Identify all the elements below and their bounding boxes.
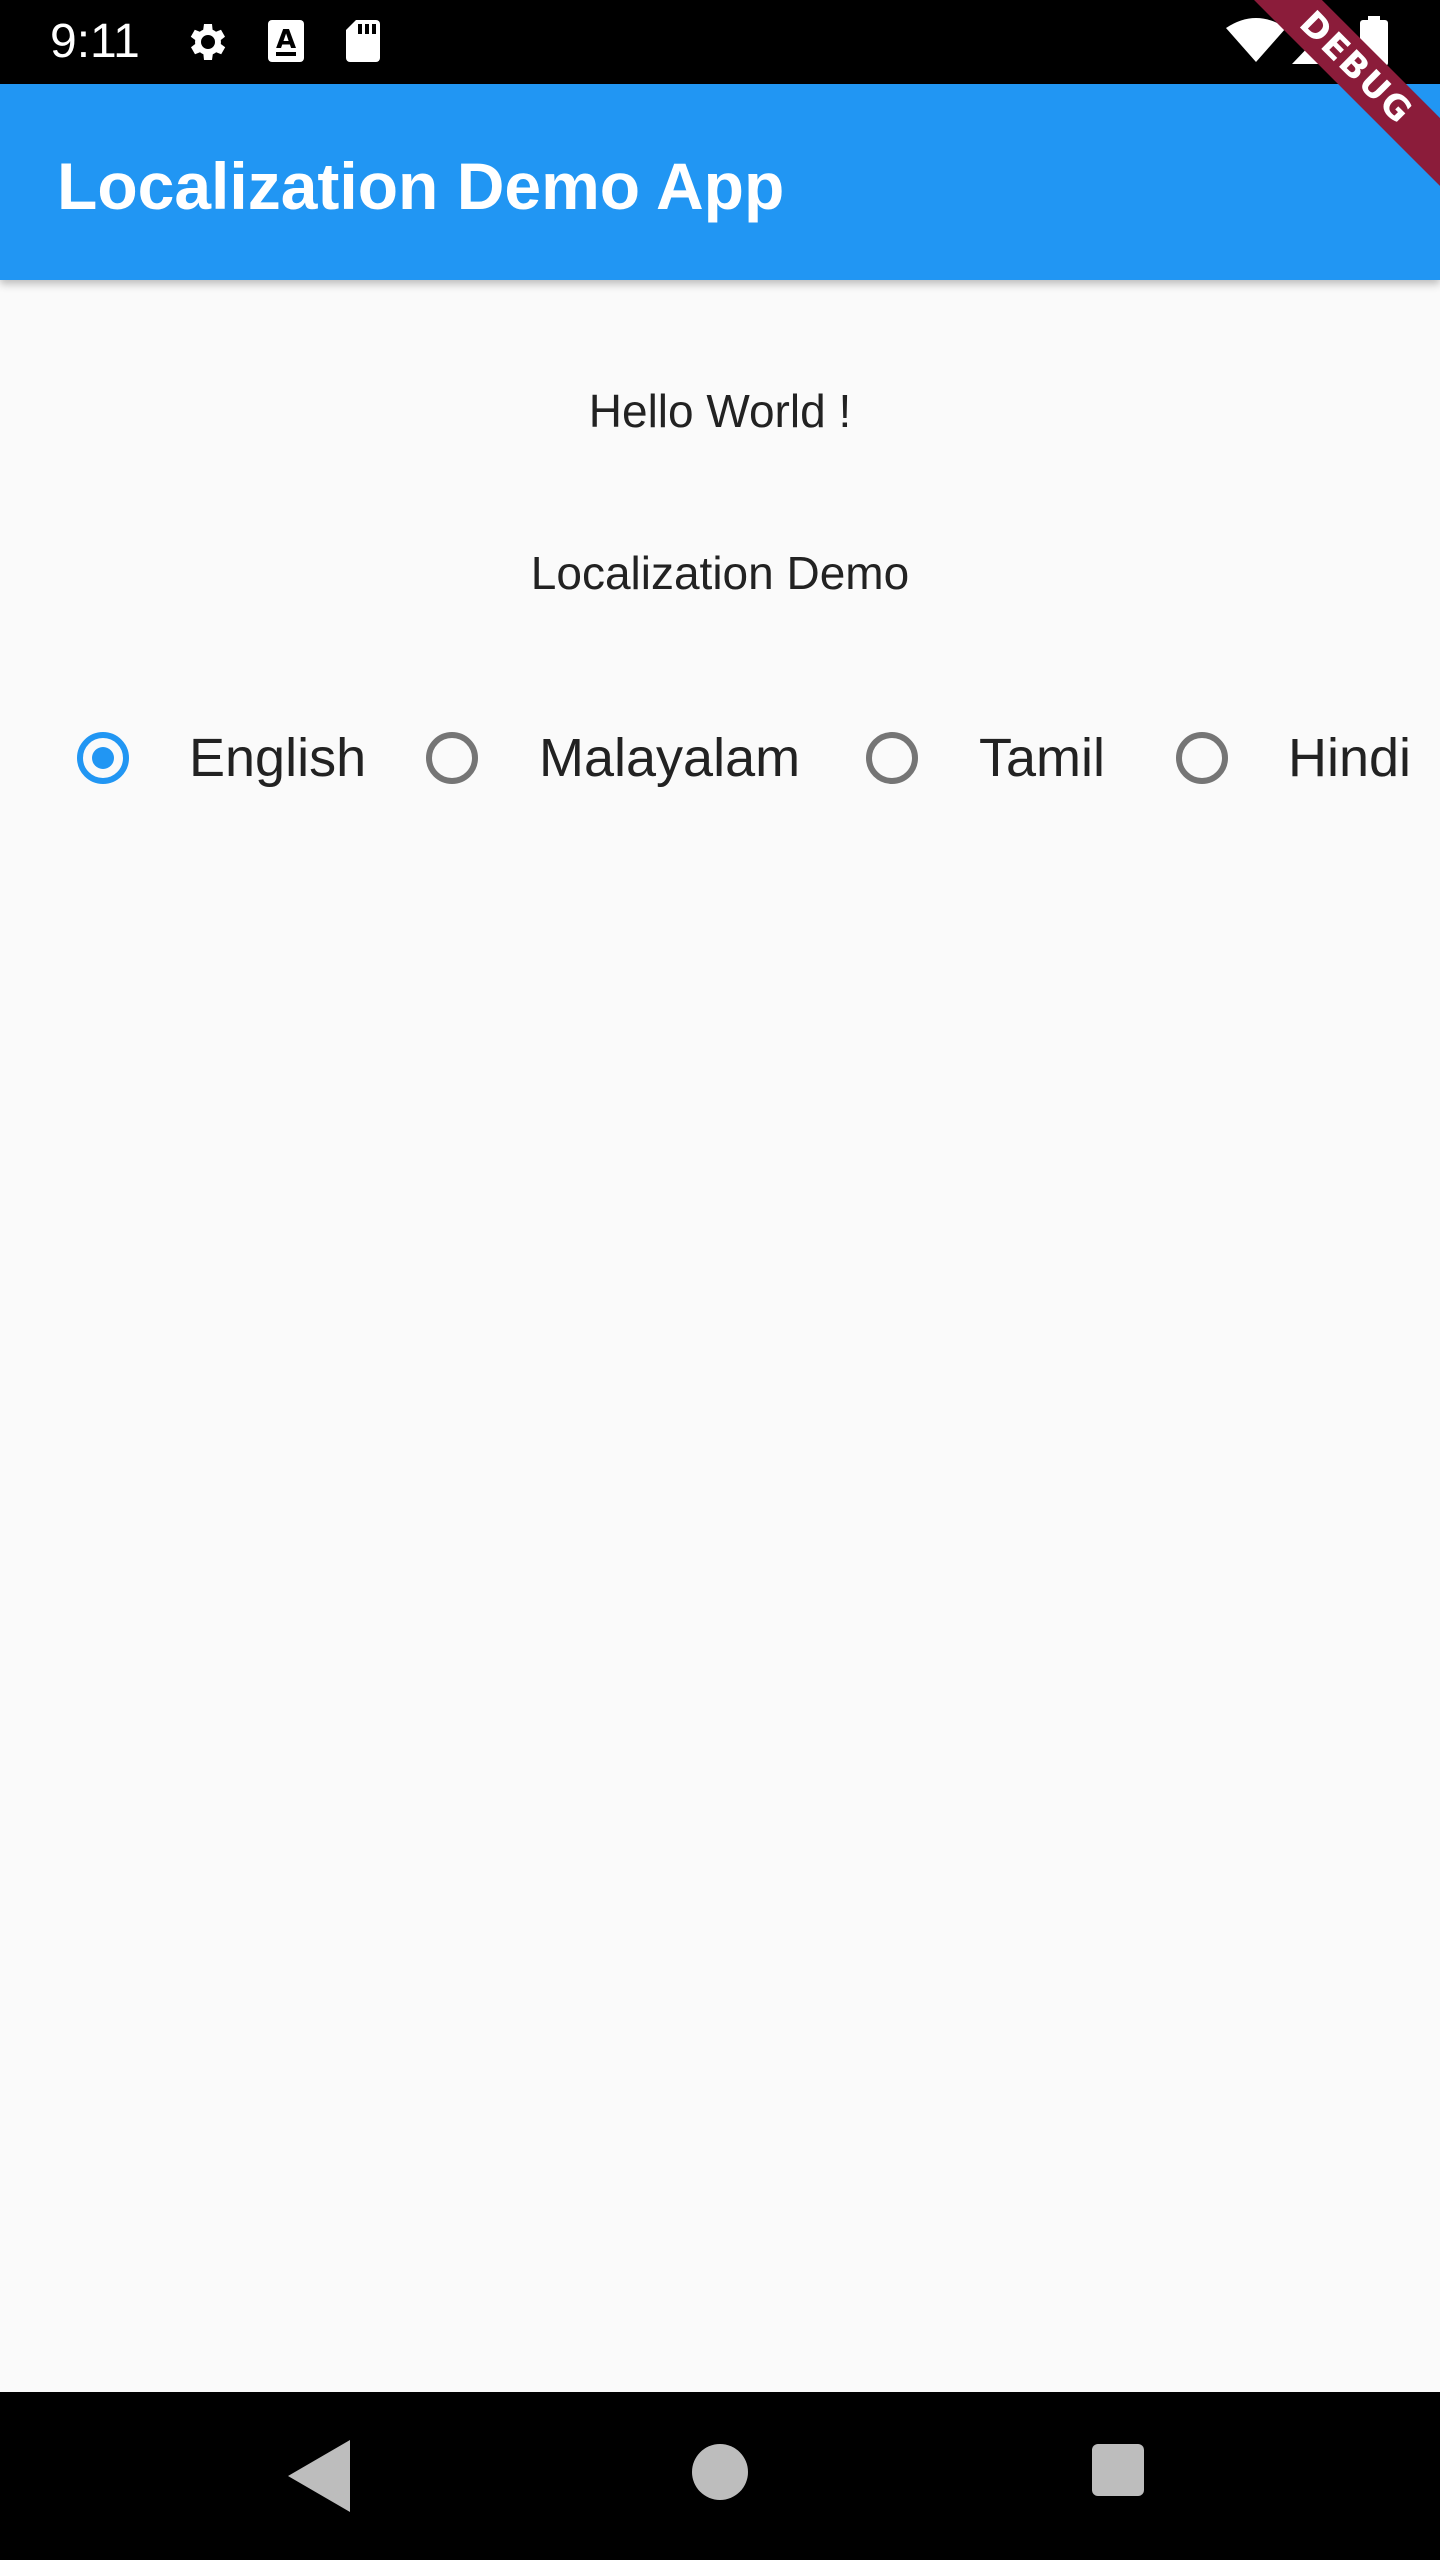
radio-button-english[interactable] xyxy=(77,732,129,784)
text-a-icon: A xyxy=(266,18,306,69)
radio-label-tamil[interactable]: Tamil xyxy=(979,726,1105,790)
status-time: 9:11 xyxy=(50,15,140,68)
main-content: Hello World ! Localization Demo English … xyxy=(0,280,1440,2392)
app-title: Localization Demo App xyxy=(57,149,785,223)
radio-button-tamil[interactable] xyxy=(866,732,918,784)
status-bar: 9:11 A xyxy=(0,0,1440,84)
language-radio-group: English Malayalam Tamil Hindi xyxy=(0,708,1440,808)
settings-icon xyxy=(184,18,232,71)
app-bar: Localization Demo App xyxy=(0,84,1440,280)
radio-button-hindi[interactable] xyxy=(1176,732,1228,784)
wifi-icon xyxy=(1226,18,1286,69)
back-icon[interactable] xyxy=(284,2436,354,2521)
greeting-text: Hello World ! xyxy=(588,385,852,437)
radio-label-hindi[interactable]: Hindi xyxy=(1288,726,1411,790)
svg-text:A: A xyxy=(276,25,296,55)
radio-label-malayalam[interactable]: Malayalam xyxy=(539,726,800,790)
sd-card-icon xyxy=(344,18,382,69)
radio-button-malayalam[interactable] xyxy=(426,732,478,784)
subtitle-text: Localization Demo xyxy=(530,547,910,599)
radio-label-english[interactable]: English xyxy=(189,726,366,790)
navigation-bar xyxy=(0,2392,1440,2560)
recents-icon[interactable] xyxy=(1090,2442,1146,2503)
home-icon[interactable] xyxy=(690,2442,750,2507)
